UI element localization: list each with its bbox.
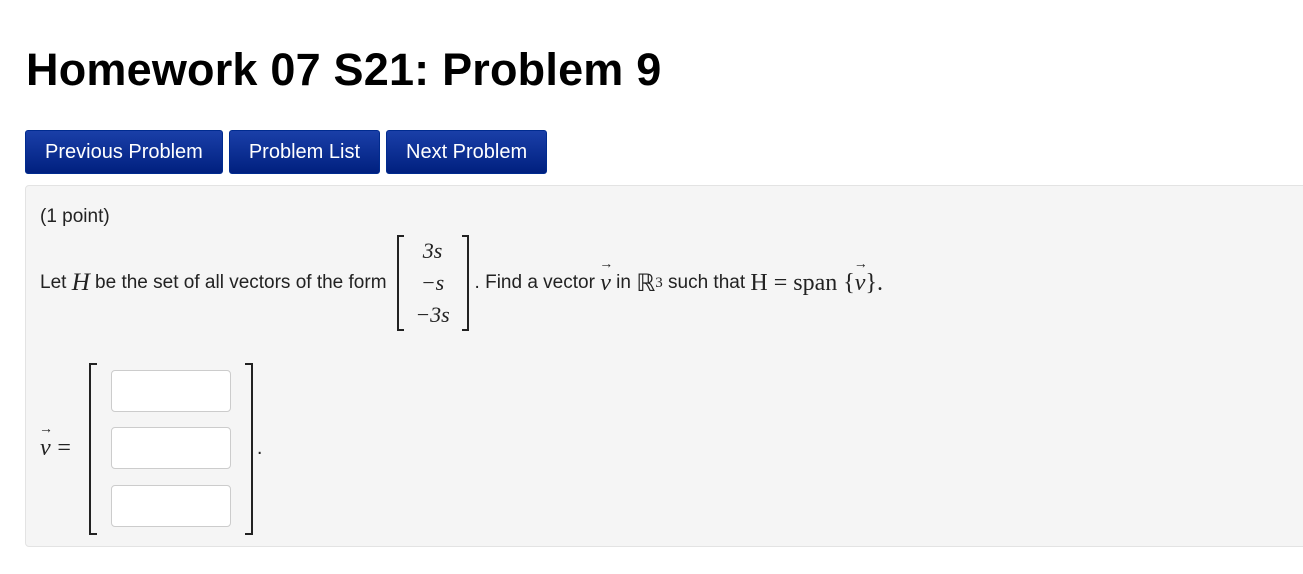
next-problem-button[interactable]: Next Problem xyxy=(386,130,548,174)
problem-list-button[interactable]: Problem List xyxy=(228,130,380,174)
answer-input-2[interactable] xyxy=(110,427,231,470)
answer-input-3[interactable] xyxy=(110,484,231,527)
matrix-right-bracket xyxy=(461,235,469,331)
text-such-that: such that xyxy=(668,272,746,293)
page-title: Homework 07 S21: Problem 9 xyxy=(26,44,662,95)
space-r: ℝ xyxy=(636,270,656,297)
form-matrix: 3s −s −3s xyxy=(396,235,469,331)
answer-var-v: v xyxy=(39,422,53,462)
answer-right-bracket xyxy=(244,362,253,535)
equals-sign: = xyxy=(57,435,71,461)
matrix-left-bracket xyxy=(396,235,404,331)
text-let: Let xyxy=(40,272,67,293)
var-h: H xyxy=(71,269,90,296)
problem-statement: Let H be the set of all vectors of the f… xyxy=(40,234,883,332)
text-form: be the set of all vectors of the form xyxy=(95,272,387,293)
answer-period: . xyxy=(256,437,263,459)
answer-input-1[interactable] xyxy=(110,370,231,413)
matrix-entry-1: 3s xyxy=(422,238,443,263)
var-v: v xyxy=(599,257,613,297)
problem-navigation: Previous Problem Problem List Next Probl… xyxy=(25,130,548,174)
span-equation: H = span { xyxy=(750,269,855,296)
answer-area: v = . xyxy=(39,361,263,536)
previous-problem-button[interactable]: Previous Problem xyxy=(25,130,223,174)
answer-label: v = xyxy=(39,422,71,463)
span-var-v: v xyxy=(854,257,868,297)
space-exponent: 3 xyxy=(655,274,663,291)
text-find: . Find a vector xyxy=(474,272,595,293)
matrix-entry-2: −s xyxy=(420,270,445,295)
problem-points: (1 point) xyxy=(40,206,110,227)
matrix-entry-3: −3s xyxy=(415,302,450,327)
span-equation-end: }. xyxy=(865,269,883,296)
text-in: in xyxy=(616,272,631,293)
answer-left-bracket xyxy=(88,362,97,535)
problem-body: (1 point) Let H be the set of all vector… xyxy=(25,185,1303,547)
answer-matrix xyxy=(88,362,253,535)
